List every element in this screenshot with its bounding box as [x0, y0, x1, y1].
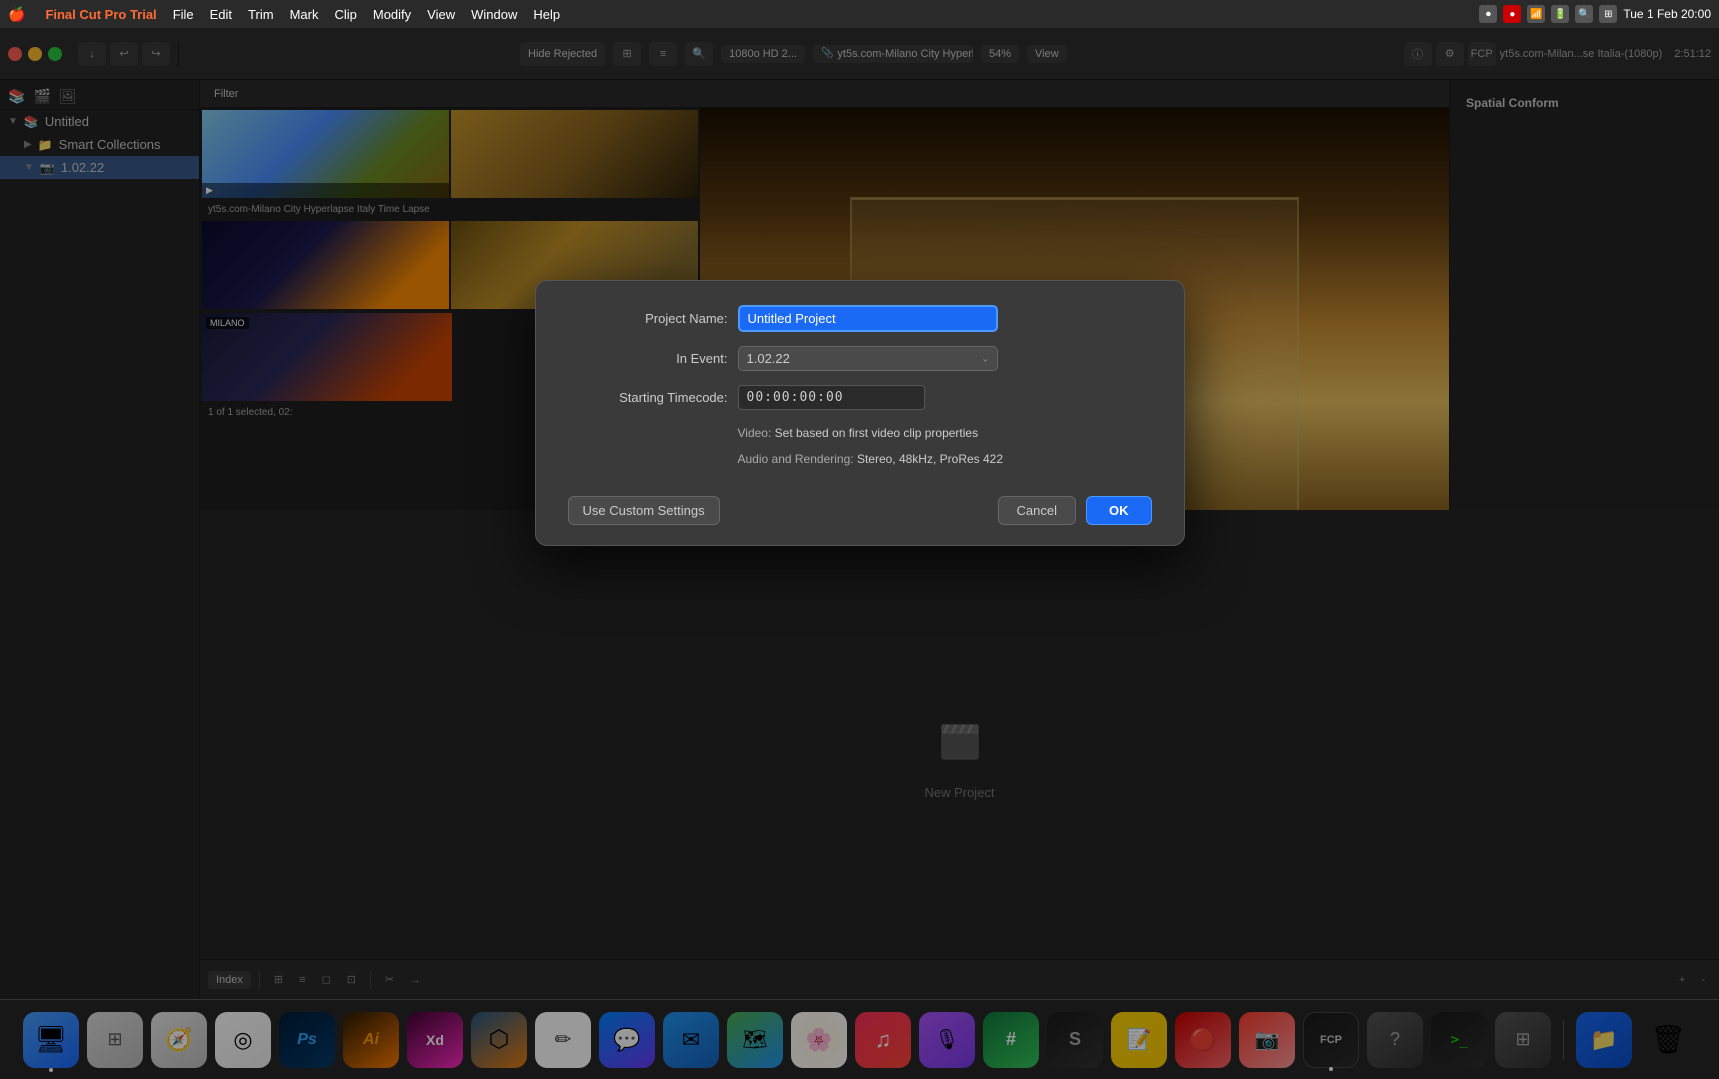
dialog-action-buttons: Cancel OK: [998, 496, 1152, 525]
dialog-footer: Use Custom Settings Cancel OK: [568, 484, 1152, 525]
menu-app-name[interactable]: Final Cut Pro Trial: [37, 5, 164, 24]
new-project-dialog: Project Name: In Event: 1.02.22 ⌄ Starti…: [535, 280, 1185, 546]
control-icon[interactable]: ⊞: [1599, 5, 1617, 23]
screenrecord-icon[interactable]: ●: [1503, 5, 1521, 23]
record-icon[interactable]: ⏺: [1479, 5, 1497, 23]
clock: Tue 1 Feb 20:00: [1623, 7, 1711, 21]
menu-modify[interactable]: Modify: [365, 5, 419, 24]
menubar: 🍎 Final Cut Pro Trial File Edit Trim Mar…: [0, 0, 1719, 28]
menubar-right-area: ⏺ ● 📶 🔋 🔍 ⊞ Tue 1 Feb 20:00: [1479, 5, 1711, 23]
video-value: Set based on first video clip properties: [775, 426, 978, 440]
dialog-overlay: Project Name: In Event: 1.02.22 ⌄ Starti…: [0, 0, 1719, 1079]
project-name-input[interactable]: [738, 305, 998, 332]
menu-edit[interactable]: Edit: [202, 5, 240, 24]
apple-menu[interactable]: 🍎: [8, 6, 25, 23]
timecode-field-label: Starting Timecode:: [568, 390, 728, 405]
battery-icon[interactable]: 🔋: [1551, 5, 1569, 23]
in-event-row: In Event: 1.02.22 ⌄: [568, 346, 1152, 371]
in-event-field-label: In Event:: [568, 351, 728, 366]
ok-button[interactable]: OK: [1086, 496, 1152, 525]
project-name-row: Project Name:: [568, 305, 1152, 332]
timecode-input[interactable]: [738, 385, 925, 410]
video-info-row: Video: Set based on first video clip pro…: [568, 424, 1152, 442]
menu-clip[interactable]: Clip: [326, 5, 364, 24]
in-event-select[interactable]: 1.02.22: [738, 346, 998, 371]
audio-label: Audio and Rendering: Stereo, 48kHz, ProR…: [738, 452, 1004, 466]
use-custom-settings-button[interactable]: Use Custom Settings: [568, 496, 720, 525]
menu-mark[interactable]: Mark: [282, 5, 327, 24]
project-name-field-label: Project Name:: [568, 311, 728, 326]
menu-view[interactable]: View: [419, 5, 463, 24]
menu-file[interactable]: File: [165, 5, 202, 24]
video-label: Video: Set based on first video clip pro…: [738, 426, 979, 440]
audio-value: Stereo, 48kHz, ProRes 422: [857, 452, 1003, 466]
search-icon[interactable]: 🔍: [1575, 5, 1593, 23]
audio-info-row: Audio and Rendering: Stereo, 48kHz, ProR…: [568, 450, 1152, 468]
timecode-row: Starting Timecode:: [568, 385, 1152, 410]
in-event-select-wrapper: 1.02.22 ⌄: [738, 346, 998, 371]
menu-help[interactable]: Help: [525, 5, 568, 24]
wifi-icon[interactable]: 📶: [1527, 5, 1545, 23]
menu-trim[interactable]: Trim: [240, 5, 282, 24]
cancel-button[interactable]: Cancel: [998, 496, 1076, 525]
menu-window[interactable]: Window: [463, 5, 525, 24]
